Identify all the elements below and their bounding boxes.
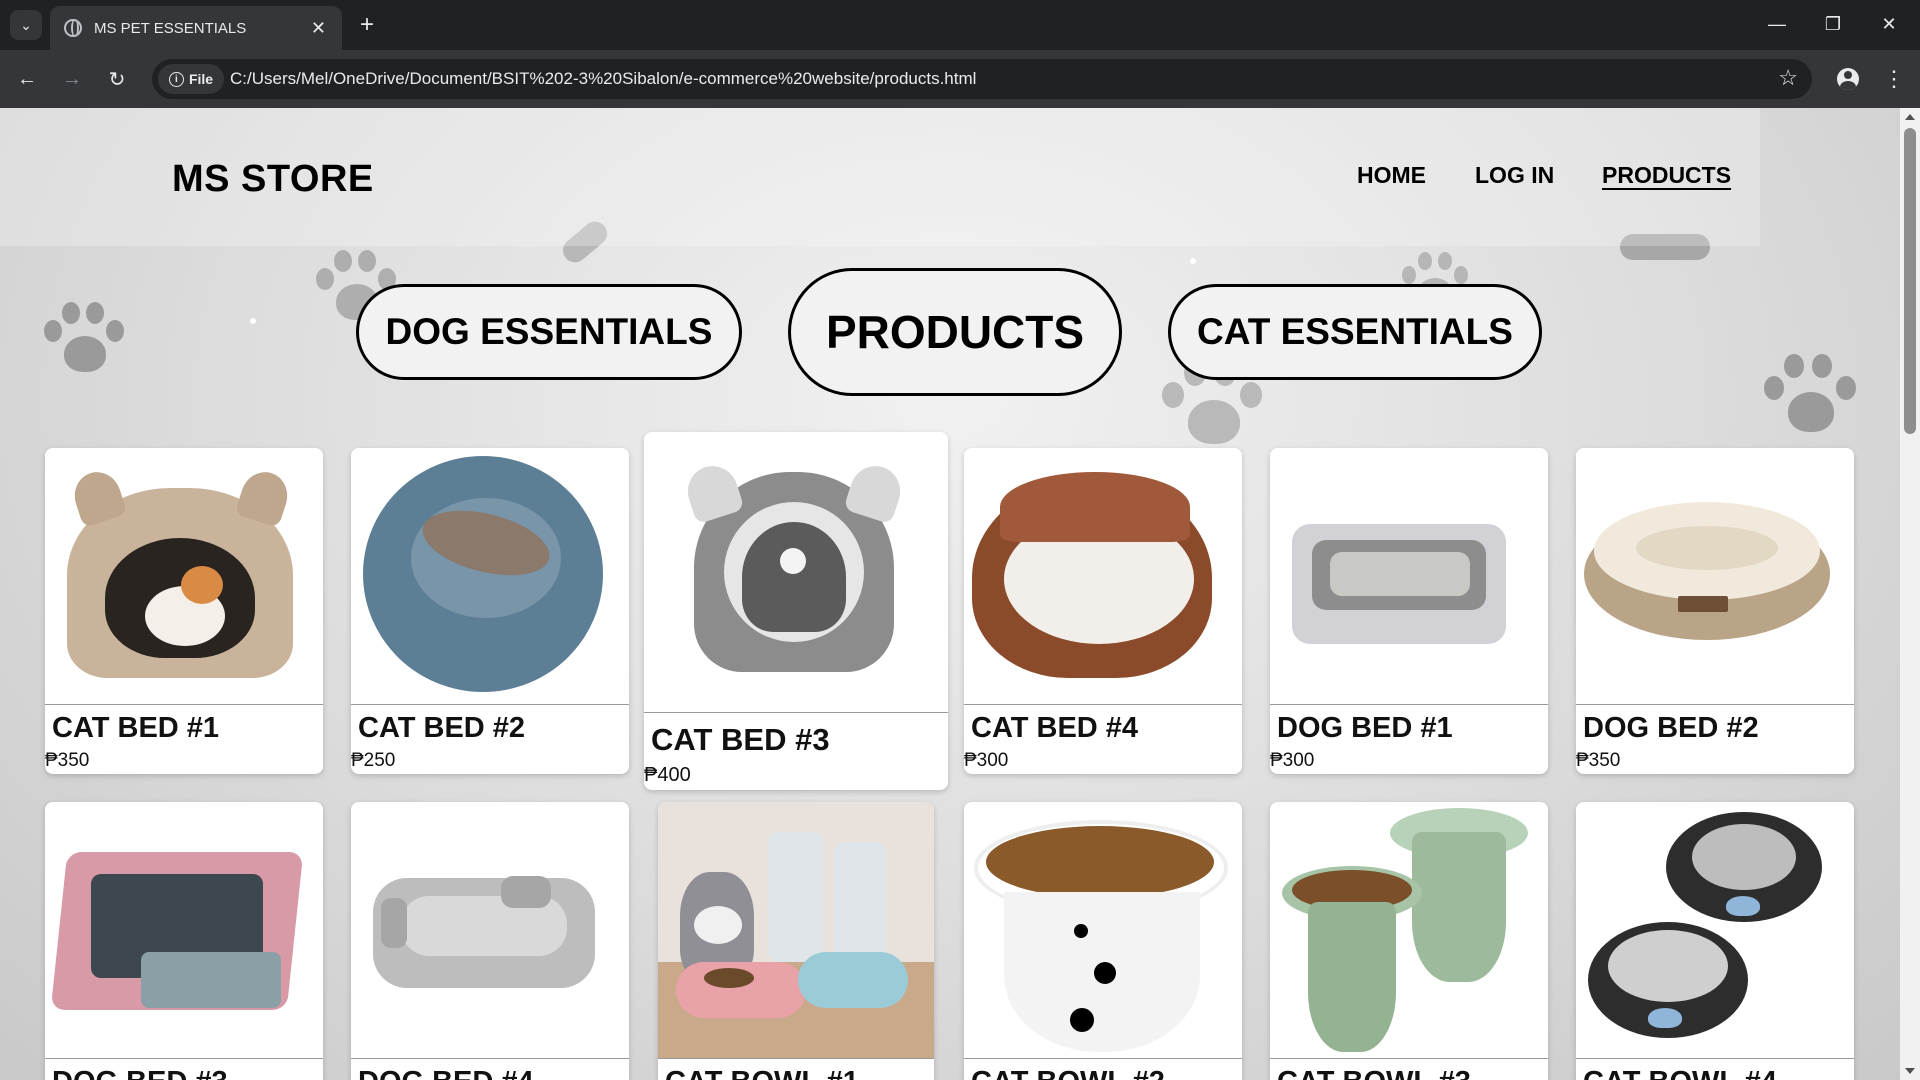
close-window-icon: ✕: [1881, 13, 1897, 34]
product-image[interactable]: [964, 802, 1242, 1058]
info-icon: i: [168, 71, 184, 87]
product-image[interactable]: [1270, 802, 1548, 1058]
browser-toolbar: ← → ↻ i File C:/Users/Mel/OneDrive/Docum…: [0, 50, 1920, 108]
tab-strip: ⌄ MS PET ESSENTIALS ✕ + — ❐ ✕: [0, 0, 1920, 50]
product-image[interactable]: [964, 448, 1242, 704]
minimize-button[interactable]: —: [1754, 8, 1800, 40]
product-name[interactable]: CAT BED #4: [971, 712, 1138, 745]
back-button[interactable]: ←: [12, 64, 42, 94]
product-name[interactable]: DOG BED #4: [358, 1066, 534, 1080]
nav-log-in[interactable]: LOG IN: [1475, 162, 1554, 189]
product-card[interactable]: DOG BED #4: [351, 802, 629, 1080]
category-products-button[interactable]: PRODUCTS: [788, 268, 1122, 396]
product-price: ₱250: [351, 750, 396, 771]
product-image[interactable]: [351, 802, 629, 1058]
file-chip-label: File: [188, 71, 214, 87]
product-name[interactable]: CAT BED #1: [52, 712, 219, 745]
tab-title: MS PET ESSENTIALS: [94, 19, 247, 37]
minimize-icon: —: [1768, 13, 1786, 34]
scroll-thumb[interactable]: [1904, 128, 1916, 434]
sparkle-dot: [1190, 258, 1196, 264]
chevron-down-icon: ⌄: [20, 16, 32, 33]
forward-button[interactable]: →: [57, 64, 87, 94]
product-card[interactable]: CAT BED #1 ₱350: [45, 448, 323, 774]
tab-close-icon[interactable]: ✕: [311, 18, 326, 39]
restore-icon: ❐: [1824, 13, 1842, 34]
product-price: ₱300: [964, 750, 1009, 771]
paw-print-icon: [40, 296, 130, 386]
product-image[interactable]: [1576, 448, 1854, 704]
paw-print-icon: [1760, 348, 1860, 448]
scroll-down-arrow-icon[interactable]: [1905, 1068, 1915, 1074]
product-card[interactable]: CAT BOWL #1: [658, 802, 934, 1080]
category-cat-essentials-button[interactable]: CAT ESSENTIALS: [1168, 284, 1542, 380]
product-card[interactable]: CAT BOWL #4: [1576, 802, 1854, 1080]
reload-icon: ↻: [108, 68, 126, 91]
nav-products[interactable]: PRODUCTS: [1602, 162, 1731, 189]
forward-icon: →: [62, 67, 82, 90]
product-card[interactable]: DOG BED #3: [45, 802, 323, 1080]
product-image[interactable]: [658, 802, 934, 1058]
product-card[interactable]: DOG BED #2 ₱350: [1576, 448, 1854, 774]
sparkle-dot: [250, 318, 256, 324]
product-image[interactable]: [1576, 802, 1854, 1058]
product-image[interactable]: [1270, 448, 1548, 704]
bookmark-star-icon[interactable]: ☆: [1778, 65, 1798, 91]
product-price: ₱350: [1576, 750, 1621, 771]
page-viewport: MS STORE HOME LOG IN PRODUCTS DOG ESSENT…: [0, 108, 1900, 1080]
tab-search-button[interactable]: ⌄: [10, 10, 42, 40]
product-name[interactable]: CAT BOWL #4: [1583, 1066, 1777, 1080]
back-icon: ←: [17, 67, 37, 90]
product-card[interactable]: CAT BED #2 ₱250: [351, 448, 629, 774]
product-card[interactable]: DOG BED #1 ₱300: [1270, 448, 1548, 774]
product-name[interactable]: DOG BED #3: [52, 1066, 228, 1080]
browser-menu-button[interactable]: ⋮: [1880, 64, 1908, 94]
globe-icon: [64, 19, 82, 37]
product-price: ₱300: [1270, 750, 1315, 771]
product-card[interactable]: CAT BOWL #3: [1270, 802, 1548, 1080]
site-info-chip[interactable]: i File: [158, 64, 224, 94]
product-name[interactable]: DOG BED #1: [1277, 712, 1453, 745]
product-card[interactable]: CAT BED #3 ₱400: [644, 432, 948, 790]
browser-tab[interactable]: MS PET ESSENTIALS ✕: [50, 6, 342, 50]
close-window-button[interactable]: ✕: [1866, 8, 1912, 40]
profile-icon: [1837, 68, 1859, 90]
new-tab-button[interactable]: +: [352, 10, 382, 40]
restore-button[interactable]: ❐: [1810, 8, 1856, 40]
product-name[interactable]: CAT BOWL #2: [971, 1066, 1165, 1080]
product-price: ₱350: [45, 750, 90, 771]
product-name[interactable]: CAT BOWL #3: [1277, 1066, 1471, 1080]
site-logo[interactable]: MS STORE: [172, 158, 374, 201]
product-price: ₱400: [644, 764, 691, 786]
nav-home[interactable]: HOME: [1357, 162, 1426, 189]
plus-icon: +: [359, 11, 374, 38]
product-card[interactable]: CAT BED #4 ₱300: [964, 448, 1242, 774]
reload-button[interactable]: ↻: [102, 64, 132, 94]
product-name[interactable]: DOG BED #2: [1583, 712, 1759, 745]
product-name[interactable]: CAT BED #3: [651, 722, 830, 758]
scroll-up-arrow-icon[interactable]: [1905, 114, 1915, 120]
product-name[interactable]: CAT BOWL #1: [665, 1066, 859, 1080]
category-dog-essentials-button[interactable]: DOG ESSENTIALS: [356, 284, 742, 380]
menu-icon: ⋮: [1883, 66, 1905, 91]
address-bar[interactable]: i File C:/Users/Mel/OneDrive/Document/BS…: [152, 59, 1812, 99]
product-name[interactable]: CAT BED #2: [358, 712, 525, 745]
profile-button[interactable]: [1832, 63, 1864, 95]
product-image[interactable]: [351, 448, 629, 704]
product-image[interactable]: [644, 432, 948, 712]
product-image[interactable]: [45, 802, 323, 1058]
product-card[interactable]: CAT BOWL #2: [964, 802, 1242, 1080]
product-image[interactable]: [45, 448, 323, 704]
page-scrollbar[interactable]: [1900, 108, 1920, 1080]
url-text[interactable]: C:/Users/Mel/OneDrive/Document/BSIT%202-…: [230, 69, 976, 89]
